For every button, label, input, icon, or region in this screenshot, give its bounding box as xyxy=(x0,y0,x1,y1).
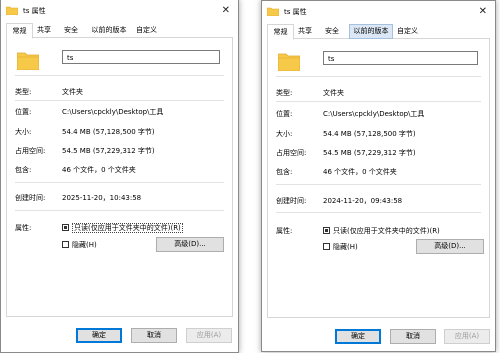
divider xyxy=(15,210,224,211)
folder-name-input[interactable]: ts xyxy=(62,50,220,64)
advanced-button[interactable]: 高级(D)... xyxy=(156,237,224,252)
created-label: 创建时间: xyxy=(276,197,307,205)
location-value: C:\Users\cpckly\Desktop\工具 xyxy=(323,110,425,118)
tab-sharing[interactable]: 共享 xyxy=(295,26,315,37)
type-label: 类型: xyxy=(276,89,293,97)
type-label: 类型: xyxy=(15,88,32,96)
disk-size-value: 54.5 MB (57,229,312 字节) xyxy=(62,147,155,155)
apply-button[interactable]: 应用(A) xyxy=(444,329,490,344)
general-panel: ts 类型: 文件夹 位置: C:\Users\cpckly\Desktop\工… xyxy=(6,38,233,317)
divider xyxy=(276,76,481,77)
tab-previous-versions[interactable]: 以前的版本 xyxy=(88,25,130,36)
disk-size-value: 54.5 MB (57,229,312 字节) xyxy=(323,149,416,157)
tab-general[interactable]: 常规 xyxy=(267,24,294,40)
folder-icon xyxy=(267,7,279,16)
folder-name-input[interactable]: ts xyxy=(323,51,478,65)
location-value: C:\Users\cpckly\Desktop\工具 xyxy=(62,108,164,116)
contains-label: 包含: xyxy=(276,168,293,176)
readonly-checkbox-label[interactable]: 只读(仅应用于文件夹中的文件)(R) xyxy=(72,223,183,233)
type-value: 文件夹 xyxy=(62,88,83,96)
ok-button[interactable]: 确定 xyxy=(335,329,381,344)
size-label: 大小: xyxy=(15,128,32,136)
size-value: 54.4 MB (57,128,500 字节) xyxy=(62,128,155,136)
cancel-button[interactable]: 取消 xyxy=(131,328,177,343)
divider xyxy=(276,184,481,185)
hidden-checkbox-label[interactable]: 隐藏(H) xyxy=(333,242,358,252)
window-title: ts 属性 xyxy=(23,7,46,15)
readonly-checkbox[interactable] xyxy=(62,224,69,231)
contains-value: 46 个文件，0 个文件夹 xyxy=(323,168,397,176)
tab-sharing[interactable]: 共享 xyxy=(34,25,54,36)
created-value: 2024-11-20，09:43:58 xyxy=(323,197,403,205)
divider xyxy=(15,182,224,183)
size-value: 54.4 MB (57,128,500 字节) xyxy=(323,130,416,138)
window-title: ts 属性 xyxy=(284,8,307,16)
disk-size-label: 占用空间: xyxy=(15,147,46,155)
divider xyxy=(15,100,224,101)
properties-dialog-left: ts 属性 ✕ 常规 共享 安全 以前的版本 自定义 ts 类型: 文件夹 位置… xyxy=(0,0,239,353)
cancel-button[interactable]: 取消 xyxy=(390,329,436,344)
ok-button[interactable]: 确定 xyxy=(76,328,122,343)
title-bar[interactable]: ts 属性 ✕ xyxy=(1,0,238,22)
general-panel: ts 类型: 文件夹 位置: C:\Users\cpckly\Desktop\工… xyxy=(267,39,490,318)
created-value: 2025-11-20，10:43:58 xyxy=(62,194,142,202)
hidden-checkbox-label[interactable]: 隐藏(H) xyxy=(72,240,97,250)
close-icon[interactable]: ✕ xyxy=(222,5,230,16)
tab-previous-versions[interactable]: 以前的版本 xyxy=(349,24,393,39)
tab-customize[interactable]: 自定义 xyxy=(394,26,421,37)
title-bar[interactable]: ts 属性 ✕ xyxy=(262,1,495,23)
divider xyxy=(276,212,481,213)
location-label: 位置: xyxy=(276,110,293,118)
folder-icon xyxy=(6,6,18,15)
created-label: 创建时间: xyxy=(15,194,46,202)
properties-dialog-right: ts 属性 ✕ 常规 共享 安全 以前的版本 自定义 ts 类型: 文件夹 位置… xyxy=(261,0,496,352)
type-value: 文件夹 xyxy=(323,89,344,97)
hidden-checkbox[interactable] xyxy=(62,241,69,248)
folder-icon xyxy=(278,53,300,71)
readonly-checkbox-label[interactable]: 只读(仅应用于文件夹中的文件)(R) xyxy=(333,226,440,236)
hidden-checkbox[interactable] xyxy=(323,243,330,250)
attributes-label: 属性: xyxy=(15,224,32,232)
contains-value: 46 个文件，0 个文件夹 xyxy=(62,166,136,174)
divider xyxy=(276,101,481,102)
readonly-checkbox-text: 只读(仅应用于文件夹中的文件)(R) xyxy=(72,223,183,233)
attributes-label: 属性: xyxy=(276,227,293,235)
folder-icon xyxy=(17,52,39,70)
tab-customize[interactable]: 自定义 xyxy=(133,25,160,36)
close-icon[interactable]: ✕ xyxy=(479,6,487,17)
divider xyxy=(15,75,224,76)
contains-label: 包含: xyxy=(15,166,32,174)
apply-button[interactable]: 应用(A) xyxy=(186,328,232,343)
advanced-button[interactable]: 高级(D)... xyxy=(416,239,484,254)
tab-bar: 常规 共享 安全 以前的版本 自定义 xyxy=(6,23,233,39)
size-label: 大小: xyxy=(276,130,293,138)
tab-security[interactable]: 安全 xyxy=(322,26,342,37)
readonly-checkbox[interactable] xyxy=(323,227,330,234)
disk-size-label: 占用空间: xyxy=(276,149,307,157)
location-label: 位置: xyxy=(15,108,32,116)
tab-bar: 常规 共享 安全 以前的版本 自定义 xyxy=(267,24,490,40)
tab-general[interactable]: 常规 xyxy=(6,23,33,39)
tab-security[interactable]: 安全 xyxy=(61,25,81,36)
